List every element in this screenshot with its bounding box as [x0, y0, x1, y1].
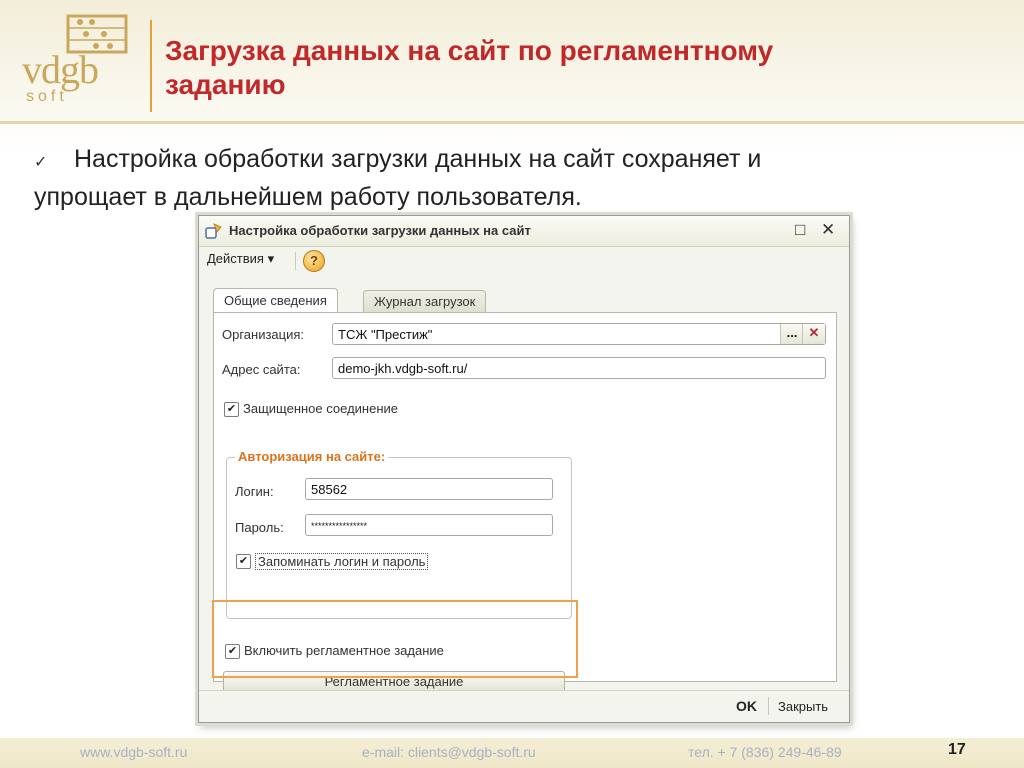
header-divider: [0, 121, 1024, 124]
auth-group-title: Авторизация на сайте:: [235, 449, 389, 464]
clear-icon[interactable]: ✕: [802, 324, 825, 344]
bullet-paragraph: ✓ Настройка обработки загрузки данных на …: [34, 142, 994, 214]
logo-text: vdgb: [22, 47, 99, 92]
secure-connection-label: Защищенное соединение: [243, 401, 398, 416]
site-label: Адрес сайта:: [222, 362, 301, 377]
remember-label: Запоминать логин и пароль: [255, 553, 429, 570]
password-value: ****************: [311, 521, 368, 531]
organization-label: Организация:: [222, 327, 305, 342]
organization-field[interactable]: ТСЖ "Престиж" ... ✕: [332, 323, 826, 345]
slide-title-line2: заданию: [165, 69, 286, 100]
auth-group: Авторизация на сайте: Логин: 58562 Парол…: [223, 449, 572, 693]
password-field[interactable]: ****************: [305, 514, 553, 536]
window-toolbar: Действия ▾ ?: [199, 246, 849, 274]
site-url-value: demo-jkh.vdgb-soft.ru/: [338, 361, 468, 376]
actions-menu[interactable]: Действия ▾: [207, 251, 274, 267]
window-bottom-bar: OK Закрыть: [199, 690, 849, 722]
window-titlebar: Настройка обработки загрузки данных на с…: [199, 216, 849, 247]
toolbar-separator: [295, 252, 296, 270]
footer-email[interactable]: e-mail: clients@vdgb-soft.ru: [362, 744, 536, 760]
actions-label: Действия: [207, 251, 264, 266]
login-label: Логин:: [235, 484, 274, 499]
password-label: Пароль:: [235, 520, 284, 535]
close-icon[interactable]: ✕: [821, 220, 835, 240]
slide-title: Загрузка данных на сайт по регламентному…: [165, 34, 985, 102]
site-url-field[interactable]: demo-jkh.vdgb-soft.ru/: [332, 357, 826, 379]
ok-button[interactable]: OK: [736, 698, 757, 714]
choose-button[interactable]: ...: [780, 324, 803, 344]
schedule-highlight-frame: [212, 600, 578, 678]
footer-phone: тел. + 7 (836) 249-46-89: [688, 744, 842, 760]
header-separator: [150, 20, 152, 112]
maximize-icon[interactable]: □: [795, 220, 805, 240]
help-icon[interactable]: ?: [303, 250, 325, 272]
remember-checkbox[interactable]: ✔: [236, 554, 251, 569]
app-icon: [205, 223, 222, 239]
bottom-separator: [768, 697, 769, 715]
logo-subtext: soft: [26, 88, 68, 105]
checkmark-icon: ✓: [34, 154, 48, 171]
tab-general[interactable]: Общие сведения: [213, 288, 338, 314]
page-number: 17: [948, 741, 966, 758]
dropdown-arrow-icon: ▾: [267, 251, 275, 266]
vdgb-logo: vdgb soft: [18, 10, 148, 110]
window-title: Настройка обработки загрузки данных на с…: [229, 223, 531, 238]
footer-site[interactable]: www.vdgb-soft.ru: [80, 744, 187, 760]
login-value: 58562: [311, 482, 348, 497]
secure-connection-checkbox[interactable]: ✔: [224, 402, 239, 417]
organization-value: ТСЖ "Престиж": [338, 327, 433, 342]
bullet-line1: Настройка обработки загрузки данных на с…: [74, 145, 762, 173]
close-button[interactable]: Закрыть: [778, 699, 828, 714]
login-field[interactable]: 58562: [305, 478, 553, 500]
slide-title-line1: Загрузка данных на сайт по регламентному: [165, 35, 774, 66]
bullet-line2: упрощает в дальнейшем работу пользовател…: [34, 183, 582, 211]
tab-upload-log[interactable]: Журнал загрузок: [363, 290, 487, 313]
